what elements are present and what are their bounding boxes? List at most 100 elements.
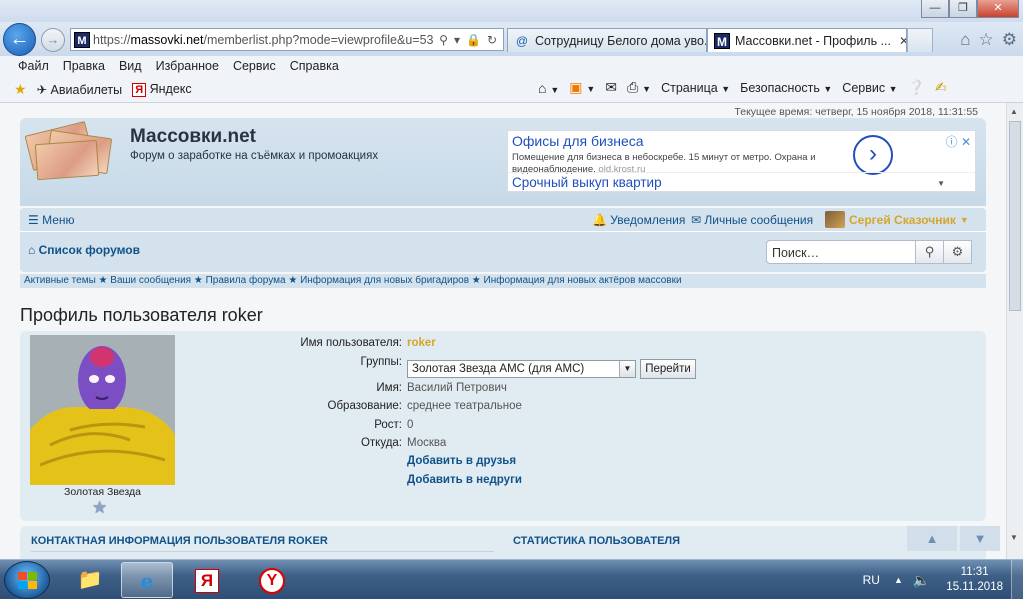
ad-expand-icon[interactable]: ▼	[937, 179, 945, 188]
clock-time: 11:31	[960, 566, 989, 578]
site-logo-money-icon[interactable]	[24, 121, 118, 182]
address-bar-icons: ⚲ ▾ 🔒 ↻	[433, 33, 503, 47]
ad-close-icon[interactable]: ⓘ ✕	[946, 133, 971, 150]
show-hidden-icons-icon[interactable]: ▲	[894, 575, 903, 585]
add-foe-link[interactable]: Добавить в недруги	[407, 474, 522, 486]
taskbar-explorer[interactable]: 📁	[64, 562, 116, 598]
close-tab-icon[interactable]: ✕	[899, 34, 906, 48]
back-button[interactable]: ←	[3, 23, 36, 56]
print-icon[interactable]: ⎙ ▼	[627, 79, 651, 96]
restore-button[interactable]: ❐	[949, 0, 977, 18]
safety-menu[interactable]: Безопасность ▼	[740, 81, 832, 95]
search-input[interactable]: Поиск…	[766, 240, 916, 264]
help-icon[interactable]: ❔	[908, 79, 925, 96]
scroll-up-button[interactable]: ▲	[907, 526, 957, 551]
go-button[interactable]: Перейти	[640, 359, 696, 379]
avatar-image	[30, 335, 175, 485]
menu-favorites[interactable]: Избранное	[156, 59, 219, 73]
bell-icon: 🔔	[592, 213, 607, 227]
add-friend-link[interactable]: Добавить в друзья	[407, 455, 516, 467]
favorite-yandex[interactable]: Я Яндекс	[132, 82, 192, 97]
forward-button[interactable]: →	[41, 28, 65, 52]
favorites-star-icon[interactable]: ☆	[979, 30, 994, 50]
address-bar[interactable]: M https://massovki.net/memberlist.php?mo…	[70, 28, 504, 51]
username-row: Имя пользователя:	[225, 337, 402, 355]
rss-icon[interactable]: ▣ ▼	[569, 79, 595, 96]
tab-news[interactable]: @ Сотрудницу Белого дома уво...	[507, 28, 707, 52]
scroll-up-arrow-icon[interactable]: ▲	[1010, 107, 1018, 116]
from-value: Москва	[407, 437, 447, 449]
add-favorite-star-icon[interactable]: ★	[14, 81, 27, 98]
search-button[interactable]: ⚲	[916, 240, 944, 264]
inbox-icon: ✉	[691, 213, 702, 227]
url-text[interactable]: https://massovki.net/memberlist.php?mode…	[93, 33, 433, 47]
advanced-search-button[interactable]: ⚙	[944, 240, 972, 264]
home-command-icon[interactable]: ⌂ ▼	[538, 80, 559, 96]
notifications-link[interactable]: 🔔 Уведомления	[592, 213, 685, 227]
new-tab-button[interactable]	[907, 28, 933, 52]
command-bar: ⌂ ▼ ▣ ▼ ✉ ⎙ ▼ Страница ▼ Безопасность ▼ …	[538, 79, 947, 96]
quick-links-bar[interactable]: Активные темы ★ Ваши сообщения ★ Правила…	[20, 274, 986, 288]
url-prefix: https://	[93, 32, 131, 47]
dropdown-icon[interactable]: ▾	[454, 33, 460, 47]
menu-view[interactable]: Вид	[119, 59, 142, 73]
tab-massovki-profile[interactable]: M Массовки.net - Профиль ... ✕	[707, 28, 907, 52]
chevron-down-icon: ▼	[619, 361, 635, 377]
education-label: Образование:	[327, 400, 402, 412]
menu-help[interactable]: Справка	[290, 59, 339, 73]
forum-list-link[interactable]: ⌂ Список форумов	[28, 243, 140, 257]
yandex-icon: Я	[195, 568, 219, 593]
service-menu[interactable]: Сервис ▼	[842, 81, 897, 95]
user-menu[interactable]: Сергей Сказочник ▼	[825, 211, 969, 228]
home-icon[interactable]: ⌂	[960, 30, 970, 50]
menu-bar: Файл Правка Вид Избранное Сервис Справка	[0, 56, 1023, 76]
research-icon[interactable]: ✍	[935, 79, 947, 96]
scroll-down-arrow-icon[interactable]: ▼	[1010, 533, 1018, 542]
site-title[interactable]: Массовки.net	[130, 126, 256, 148]
menu-edit[interactable]: Правка	[63, 59, 105, 73]
page-scrollbar[interactable]: ▲ ▼	[1006, 103, 1023, 559]
start-button[interactable]	[4, 561, 50, 599]
menu-link[interactable]: ☰ Меню	[28, 213, 75, 227]
favorite-airplane[interactable]: ✈ Авиабилеты	[37, 82, 123, 97]
height-row: Рост:	[225, 419, 402, 437]
refresh-icon[interactable]: ↻	[487, 33, 497, 47]
page-menu-label: Страница	[661, 80, 718, 95]
system-tray: RU ▲ 🔈 11:31 15.11.2018	[863, 560, 1023, 599]
from-row: Откуда:	[225, 437, 402, 455]
volume-icon[interactable]: 🔈	[913, 572, 930, 589]
mail-icon[interactable]: ✉	[605, 79, 617, 96]
minimize-button[interactable]: —	[921, 0, 949, 18]
ad-arrow-button[interactable]: ›	[853, 135, 893, 175]
site-favicon-icon: M	[74, 31, 90, 48]
scrollbar-thumb[interactable]	[1009, 121, 1021, 311]
private-messages-link[interactable]: ✉ Личные сообщения	[691, 213, 813, 227]
taskbar-yandex[interactable]: Я	[181, 562, 233, 598]
advertisement[interactable]: Офисы для бизнеса Помещение для бизнеса …	[507, 130, 976, 192]
windows-logo-icon	[18, 572, 38, 590]
menu-tools[interactable]: Сервис	[233, 59, 276, 73]
favorite-label: Яндекс	[149, 81, 192, 96]
clock-date: 15.11.2018	[946, 581, 1003, 593]
taskbar-internet-explorer[interactable]: e	[121, 562, 173, 598]
lock-icon[interactable]: 🔒	[466, 33, 481, 47]
system-clock[interactable]: 11:31 15.11.2018	[946, 565, 1003, 595]
taskbar-yandex-browser[interactable]: Y	[246, 562, 298, 598]
search-icon[interactable]: ⚲	[439, 33, 448, 47]
ad-title[interactable]: Офисы для бизнеса	[512, 133, 644, 149]
close-window-button[interactable]: ✕	[977, 0, 1019, 18]
username-label: Сергей Сказочник	[849, 212, 956, 227]
groups-select[interactable]: Золотая Звезда АМС (для АМС) ▼	[407, 360, 636, 378]
scroll-down-button[interactable]: ▼	[960, 526, 1000, 551]
settings-gear-icon[interactable]: ⚙	[1002, 30, 1017, 50]
height-value: 0	[407, 419, 414, 431]
menu-link-label: Меню	[42, 213, 75, 227]
page-menu[interactable]: Страница ▼	[661, 81, 730, 95]
ad-second-title[interactable]: Срочный выкуп квартир	[512, 175, 662, 190]
current-time: Текущее время: четверг, 15 ноября 2018, …	[734, 106, 978, 118]
menu-file[interactable]: Файл	[18, 59, 49, 73]
groups-row: Группы:	[225, 356, 402, 374]
language-indicator[interactable]: RU	[863, 573, 880, 587]
show-desktop-button[interactable]	[1011, 560, 1023, 599]
hamburger-icon: ☰	[28, 213, 39, 227]
